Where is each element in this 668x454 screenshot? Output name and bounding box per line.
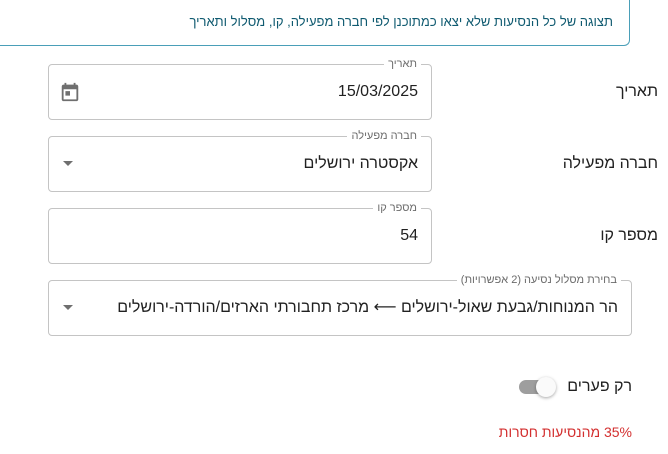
line-label: מספר קו (600, 227, 658, 244)
toggle-thumb[interactable] (536, 377, 557, 397)
info-banner: תצוגה של כל הנסיעות שלא יצאו כמתוכנן לפי… (0, 0, 630, 46)
info-banner-text: תצוגה של כל הנסיעות שלא יצאו כמתוכנן לפי… (189, 14, 613, 29)
gaps-only-toggle-label: רק פערים (567, 378, 632, 395)
line-number-value: 54 (400, 227, 418, 244)
date-field[interactable]: תאריך 15/03/2025 (48, 57, 432, 120)
gaps-only-toggle[interactable] (519, 377, 557, 397)
chevron-down-icon[interactable] (63, 161, 73, 166)
gaps-only-toggle-row: רק פערים (519, 374, 632, 400)
line-number-input[interactable]: מספר קו 54 (48, 201, 432, 264)
date-row: תאריך תאריך 15/03/2025 (48, 57, 658, 120)
date-label: תאריך (615, 83, 658, 100)
operator-row: חברה מפעילה חברה מפעילה אקסטרה ירושלים (48, 129, 658, 192)
operator-label: חברה מפעילה (562, 155, 658, 172)
missing-rides-stat: 35% מהנסיעות חסרות (498, 424, 632, 440)
route-select[interactable]: בחירת מסלול נסיעה (2 אפשרויות) הר המנוחו… (48, 273, 632, 336)
route-select-value: הר המנוחות/גבעת שאול-ירושלים ⟵ מרכז תחבו… (117, 299, 618, 316)
route-row: בחירת מסלול נסיעה (2 אפשרויות) הר המנוחו… (48, 273, 658, 336)
operator-select[interactable]: חברה מפעילה אקסטרה ירושלים (48, 129, 432, 192)
chevron-down-icon[interactable] (63, 305, 73, 310)
operator-select-value: אקסטרה ירושלים (303, 155, 418, 172)
date-field-value: 15/03/2025 (337, 83, 418, 100)
calendar-icon[interactable] (59, 81, 81, 103)
line-row: מספר קו מספר קו 54 (48, 201, 658, 264)
